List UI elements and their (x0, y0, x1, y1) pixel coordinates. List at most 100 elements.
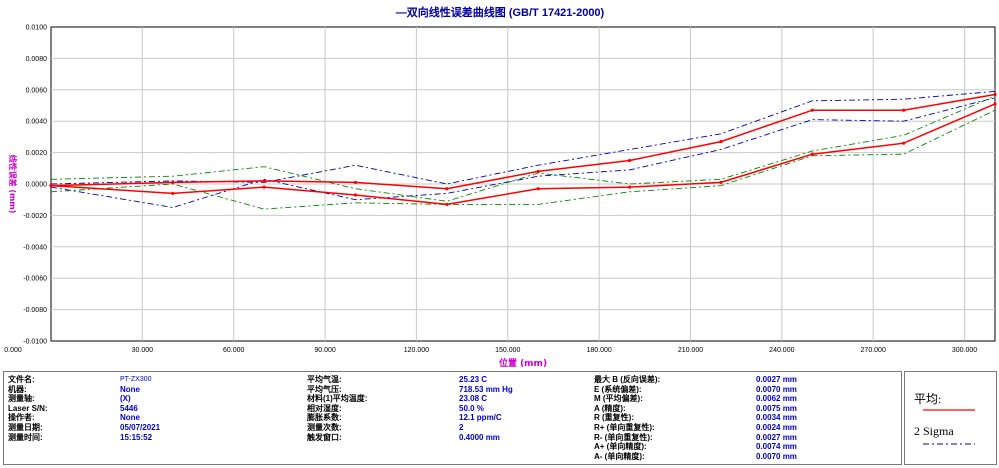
x-tick-label: 210.000 (678, 347, 703, 354)
info-label: R (重复性): (594, 413, 634, 423)
info-value: None (120, 384, 140, 394)
x-tick-label: 150.000 (495, 347, 520, 354)
linear-error-chart: —双向线性误差曲线图 (GB/T 17421-2000) 0.0100 0.008… (4, 5, 997, 369)
y-tick-labels: 0.0100 0.0080 0.0060 0.0040 0.0020 0.0000 -0.0… (23, 25, 47, 346)
info-label: 最大 B (反向误差): (594, 375, 661, 384)
y-tick-label: 0.0060 (26, 87, 48, 94)
info-label: 测量时间: (8, 432, 43, 442)
info-label: A (精度): (594, 403, 626, 413)
chart-title: —双向线性误差曲线图 (GB/T 17421-2000) (396, 5, 605, 19)
x-axis-title: 位置 (mm) (499, 357, 547, 369)
data-point (445, 187, 449, 191)
info-label: Laser S/N: (8, 403, 48, 413)
legend-label-average: 平均: (914, 392, 942, 406)
data-point (627, 158, 632, 163)
info-value: 5446 (120, 403, 138, 413)
info-label: 测量轴: (8, 394, 35, 404)
info-value: 25.23 C (459, 375, 488, 384)
y-tick-label: -0.0020 (23, 213, 47, 220)
x-tick-label: 270.000 (861, 347, 886, 354)
measurement-info-panel: 文件名: PT-ZX300 机器: None 测量轴: (X) Laser S/N: 5446… (3, 371, 902, 465)
info-value: 0.0027 mm (756, 375, 797, 384)
legend-label-sigma: 2 Sigma (914, 424, 954, 438)
info-value: 15:15:52 (120, 432, 153, 442)
info-label: A- (单向精度): (594, 451, 645, 461)
info-label: 测量次数: (307, 423, 342, 432)
info-value: (X) (120, 394, 131, 404)
info-value: None (120, 413, 140, 423)
data-point (353, 193, 358, 197)
y-tick-label: 0.0100 (26, 25, 48, 32)
info-value: 12.1 ppm/C (459, 413, 502, 423)
x-tick-label: 90.000 (314, 347, 336, 354)
data-point (810, 108, 814, 112)
info-value: 0.0075 mm (756, 403, 797, 413)
info-label: 操作者: (8, 413, 35, 423)
info-label: 机器: (8, 384, 27, 394)
data-point (171, 180, 175, 185)
y-tick-label: -0.0100 (23, 339, 47, 346)
info-label: M (平均偏差): (594, 394, 643, 404)
data-point (171, 191, 175, 196)
info-value: 0.0024 mm (756, 423, 797, 432)
x-tick-label: 120.000 (404, 347, 429, 354)
info-label: 膨胀系数: (307, 413, 342, 423)
info-value: 0.0070 mm (756, 451, 797, 461)
data-point (902, 108, 906, 112)
data-point (262, 179, 266, 183)
y-axis-title: 线性误差 (mm) (8, 155, 18, 214)
x-tick-label: 30.000 (132, 347, 154, 354)
y-tick-label: 0.0020 (26, 150, 48, 157)
data-point (353, 180, 358, 185)
x-tick-label: 300.000 (952, 347, 977, 354)
info-label: 平均气压: (307, 384, 342, 394)
info-label: 测量日期: (8, 423, 43, 432)
info-label: A+ (单向精度): (594, 442, 647, 452)
info-label: R+ (单向重复性): (594, 423, 655, 432)
info-label: 触发窗口: (307, 432, 342, 442)
x-tick-labels: 0.000 30.000 60.000 90.000 120.000 150.000 180… (4, 347, 977, 354)
data-point (445, 202, 449, 207)
data-point (49, 183, 53, 188)
info-value: 0.0070 mm (756, 384, 797, 394)
x-tick-label: 60.000 (223, 347, 245, 354)
y-tick-label: -0.0080 (23, 307, 47, 314)
info-label: 材料(1)平均温度: (307, 394, 368, 404)
info-label: 文件名: (8, 375, 35, 384)
data-point (719, 140, 723, 144)
legend-swatch-sigma (923, 443, 975, 445)
y-tick-label: -0.0060 (23, 276, 47, 283)
info-value: 0.0062 mm (756, 394, 797, 404)
data-point (902, 141, 906, 145)
info-value: 0.0074 mm (756, 442, 797, 452)
data-point (536, 169, 540, 174)
data-point (627, 185, 632, 189)
info-label: R- (单向重复性): (594, 432, 653, 442)
info-label: E (系统偏差): (594, 384, 642, 394)
info-label: 平均气温: (307, 375, 342, 384)
data-point (719, 180, 723, 185)
info-value: 50.0 % (459, 403, 484, 413)
info-value: 23.08 C (459, 394, 488, 404)
data-point (993, 102, 997, 106)
info-value: 718.53 mm Hg (459, 384, 513, 394)
info-label: 相对湿度: (307, 403, 342, 413)
info-value: 0.0034 mm (756, 413, 797, 423)
y-tick-label: 0.0080 (26, 56, 48, 63)
x-tick-label: 240.000 (769, 347, 794, 354)
legend-panel: 平均: 2 Sigma (904, 371, 997, 465)
y-tick-label: 0.0040 (26, 119, 48, 126)
y-tick-label: -0.0040 (23, 244, 47, 251)
info-value: 0.4000 mm (459, 432, 500, 442)
y-tick-label: 0.0000 (26, 182, 48, 189)
data-point (262, 185, 266, 189)
data-point (536, 187, 540, 191)
data-point (810, 152, 814, 156)
x-tick-label: 0.000 (4, 347, 22, 354)
data-point (993, 92, 997, 97)
x-tick-label: 180.000 (586, 347, 611, 354)
legend-swatch-average (923, 409, 975, 411)
info-value: 0.0027 mm (756, 432, 797, 442)
info-value: 2 (459, 423, 464, 432)
info-value: PT-ZX300 (120, 376, 152, 383)
